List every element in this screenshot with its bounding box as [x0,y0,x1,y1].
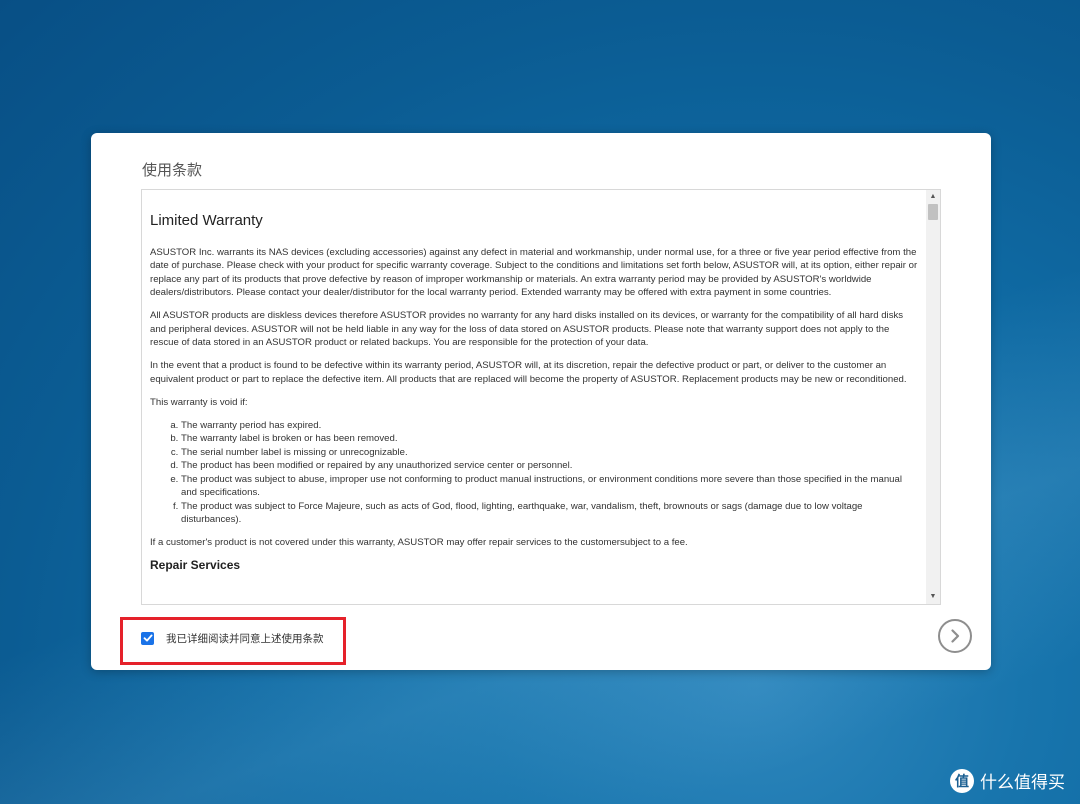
scroll-thumb[interactable] [928,204,938,220]
site-watermark: 值 什么值得买 [950,768,1065,793]
dialog-title: 使用条款 [142,161,203,179]
scroll-up-arrow-icon[interactable]: ▲ [926,191,940,203]
terms-heading: Limited Warranty [150,212,263,229]
terms-content: Limited Warranty ASUSTOR Inc. warrants i… [150,190,918,573]
terms-paragraph: If a customer's product is not covered u… [150,537,688,548]
void-conditions-list: The warranty period has expired. The war… [150,419,918,527]
annotation-highlight-box [120,617,346,665]
watermark-text: 什么值得买 [980,773,1065,793]
terms-paragraph: This warranty is void if: [150,396,248,408]
list-item: The product has been modified or repaire… [181,459,918,473]
terms-dialog: 使用条款 Limited Warranty ASUSTOR Inc. warra… [91,133,991,670]
list-item: The warranty period has expired. [181,419,918,433]
list-item: The product was subject to abuse, improp… [181,473,918,500]
watermark-logo-icon: 值 [950,768,974,793]
terms-scroll-area[interactable]: Limited Warranty ASUSTOR Inc. warrants i… [141,189,941,605]
terms-subheading: Repair Services [150,558,241,572]
list-item: The product was subject to Force Majeure… [181,500,918,527]
scroll-down-arrow-icon[interactable]: ▼ [926,591,940,603]
list-item: The serial number label is missing or un… [181,446,918,460]
vertical-scrollbar[interactable]: ▲ ▼ [926,190,940,604]
terms-paragraph: All ASUSTOR products are diskless device… [150,310,904,348]
terms-paragraph: In the event that a product is found to … [150,360,907,385]
terms-paragraph: ASUSTOR Inc. warrants its NAS devices (e… [150,246,918,299]
list-item: The warranty label is broken or has been… [181,432,918,446]
next-button[interactable] [938,619,972,653]
chevron-right-icon [951,629,960,643]
